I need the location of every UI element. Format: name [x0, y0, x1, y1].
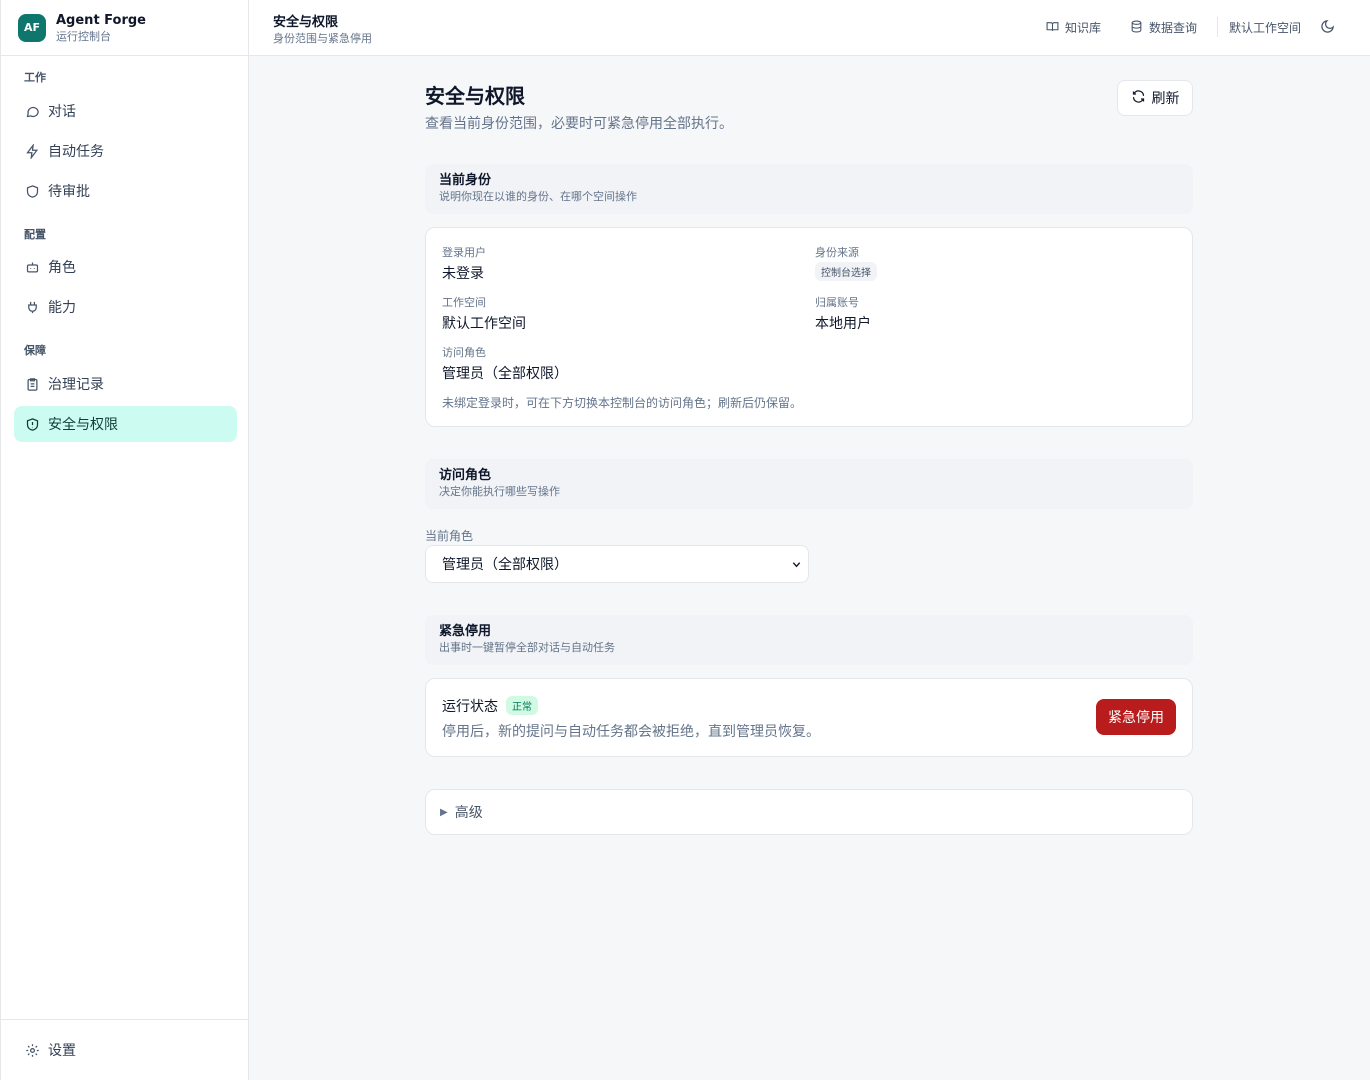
- login-user-value: 未登录: [442, 266, 484, 282]
- role-select[interactable]: 管理员（全部权限）: [425, 545, 809, 583]
- sidebar-item-settings[interactable]: 设置: [14, 1032, 237, 1068]
- sidebar-item-security[interactable]: 安全与权限: [14, 406, 237, 442]
- access-role-label: 访问角色: [442, 346, 486, 359]
- login-user-label: 登录用户: [442, 246, 486, 259]
- brand-name: Agent Forge: [56, 12, 146, 28]
- advanced-label: 高级: [454, 805, 483, 821]
- sidebar-item-label: 安全与权限: [48, 417, 118, 433]
- knowledge-base-link[interactable]: 知识库: [1046, 19, 1101, 36]
- workspace-value: 默认工作空间: [442, 316, 526, 332]
- access-role-section-title: 访问角色: [439, 468, 492, 483]
- sidebar-item-label: 自动任务: [48, 144, 104, 160]
- sidebar-item-capabilities[interactable]: 能力: [14, 289, 237, 325]
- gear-icon: [24, 1042, 40, 1058]
- nav-section-config: 配置: [24, 228, 46, 241]
- emergency-section-title: 紧急停用: [439, 624, 492, 639]
- status-badge: 正常: [506, 696, 538, 715]
- brand-subtitle: 运行控制台: [56, 29, 111, 43]
- identity-section-subtitle: 说明你现在以谁的身份、在哪个空间操作: [439, 190, 637, 203]
- sidebar-item-label: 能力: [48, 300, 76, 316]
- sidebar-item-auto-tasks[interactable]: 自动任务: [14, 133, 237, 169]
- lightning-icon: [24, 143, 40, 159]
- sidebar-footer: 设置: [1, 1019, 249, 1080]
- sidebar-item-governance[interactable]: 治理记录: [14, 366, 237, 402]
- nav-section-work: 工作: [24, 71, 46, 84]
- identity-source-chip: 控制台选择: [815, 262, 877, 281]
- workspace-label: 工作空间: [442, 296, 486, 309]
- chat-bubble-icon: [24, 103, 40, 119]
- account-label: 归属账号: [815, 296, 859, 309]
- sidebar-item-label: 待审批: [48, 184, 90, 200]
- emergency-section-header: 紧急停用 出事时一键暂停全部对话与自动任务: [425, 615, 1193, 665]
- knowledge-base-label: 知识库: [1065, 21, 1102, 35]
- identity-source-label: 身份来源: [815, 246, 859, 259]
- current-role-label: 当前角色: [425, 529, 474, 543]
- access-role-section-subtitle: 决定你能执行哪些写操作: [439, 485, 560, 498]
- brand: AF Agent Forge 运行控制台: [1, 0, 248, 56]
- emergency-description: 停用后，新的提问与自动任务都会被拒绝，直到管理员恢复。: [442, 724, 820, 740]
- bot-icon: [24, 259, 40, 275]
- topbar: 安全与权限 身份范围与紧急停用 知识库 数据查询 默认工作空间: [249, 0, 1370, 56]
- identity-section-header: 当前身份 说明你现在以谁的身份、在哪个空间操作: [425, 164, 1193, 214]
- book-icon: [1046, 20, 1065, 36]
- clipboard-icon: [24, 376, 40, 392]
- sidebar-item-chat[interactable]: 对话: [14, 93, 237, 129]
- emergency-stop-button[interactable]: 紧急停用: [1096, 699, 1176, 735]
- data-query-label: 数据查询: [1149, 21, 1198, 35]
- topbar-subtitle: 身份范围与紧急停用: [273, 32, 372, 45]
- workspace-switcher[interactable]: 默认工作空间: [1229, 19, 1301, 36]
- data-query-link[interactable]: 数据查询: [1130, 19, 1197, 36]
- sidebar-item-label: 设置: [48, 1043, 76, 1059]
- run-status-label: 运行状态: [442, 699, 498, 715]
- chevron-down-icon: [792, 562, 801, 568]
- theme-toggle[interactable]: [1320, 19, 1335, 37]
- caret-right-icon: ▶: [440, 806, 448, 818]
- brand-logo: AF: [18, 13, 46, 42]
- shield-alert-icon: [24, 416, 40, 432]
- database-icon: [1130, 20, 1149, 36]
- account-value: 本地用户: [815, 316, 871, 332]
- refresh-label: 刷新: [1151, 91, 1180, 107]
- advanced-toggle[interactable]: ▶ 高级: [425, 789, 1193, 835]
- page-subtitle: 查看当前身份范围，必要时可紧急停用全部执行。: [425, 116, 733, 132]
- header-divider: [1217, 17, 1218, 37]
- refresh-icon: [1131, 89, 1152, 108]
- refresh-button[interactable]: 刷新: [1117, 80, 1193, 116]
- sidebar-item-roles[interactable]: 角色: [14, 249, 237, 285]
- identity-note: 未绑定登录时，可在下方切换本控制台的访问角色；刷新后仍保留。: [442, 396, 803, 410]
- emergency-section-subtitle: 出事时一键暂停全部对话与自动任务: [439, 641, 615, 654]
- role-select-value: 管理员（全部权限）: [442, 557, 568, 573]
- sidebar-item-approvals[interactable]: 待审批: [14, 173, 237, 209]
- identity-card: 登录用户 未登录 身份来源 控制台选择 工作空间 默认工作空间 归属账号 本地用…: [425, 227, 1193, 427]
- nav-section-safeguard: 保障: [24, 344, 46, 357]
- identity-section-title: 当前身份: [439, 173, 492, 188]
- page-title: 安全与权限: [425, 84, 525, 108]
- access-role-section-header: 访问角色 决定你能执行哪些写操作: [425, 459, 1193, 509]
- sidebar-item-label: 治理记录: [48, 377, 104, 393]
- sidebar-item-label: 角色: [48, 260, 76, 276]
- sidebar-item-label: 对话: [48, 104, 76, 120]
- access-role-value: 管理员（全部权限）: [442, 366, 568, 382]
- shield-icon: [24, 183, 40, 199]
- topbar-title: 安全与权限: [273, 15, 339, 30]
- moon-icon: [1320, 19, 1335, 37]
- emergency-card: 运行状态 正常 停用后，新的提问与自动任务都会被拒绝，直到管理员恢复。 紧急停用: [425, 678, 1193, 757]
- sidebar: AF Agent Forge 运行控制台 工作 对话 自动任务 待审批 配置 角…: [0, 0, 249, 1080]
- plug-icon: [24, 299, 40, 315]
